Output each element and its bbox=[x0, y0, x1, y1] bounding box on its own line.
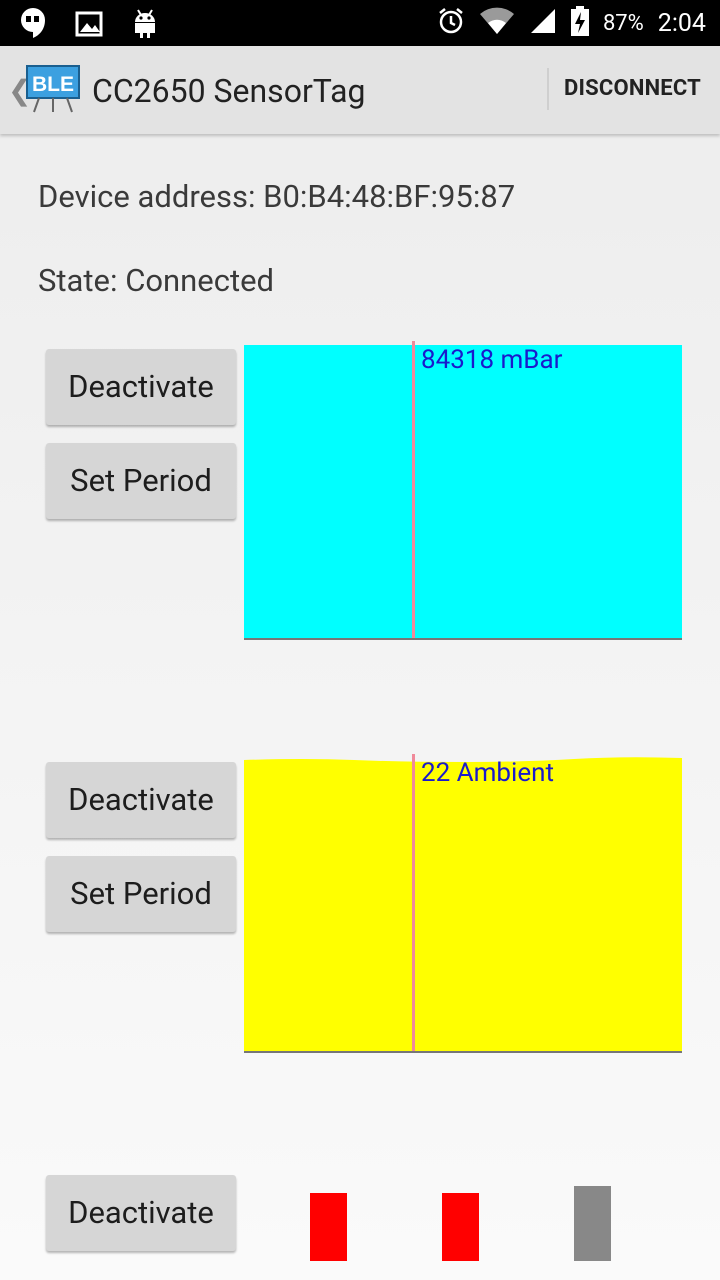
deactivate-button[interactable]: Deactivate bbox=[46, 1175, 236, 1251]
pressure-graph: 84318 mBar bbox=[244, 341, 682, 641]
app-title: CC2650 SensorTag bbox=[92, 72, 366, 110]
battery-percent: 87% bbox=[602, 10, 644, 36]
status-bar: 87% 2:04 bbox=[0, 0, 720, 46]
divider bbox=[547, 68, 549, 110]
image-icon bbox=[74, 6, 104, 44]
android-icon bbox=[130, 6, 160, 44]
graph-baseline bbox=[244, 1051, 682, 1053]
indicator-left bbox=[310, 1193, 347, 1261]
indicator-middle bbox=[442, 1193, 479, 1261]
graph-fill bbox=[244, 757, 682, 1052]
clock: 2:04 bbox=[657, 8, 706, 38]
signal-icon bbox=[529, 7, 557, 39]
disconnect-button[interactable]: DISCONNECT bbox=[564, 76, 701, 101]
graph-fill bbox=[244, 345, 682, 639]
app-logo[interactable]: BLE bbox=[24, 64, 82, 114]
hangouts-icon bbox=[18, 6, 48, 44]
wifi-icon bbox=[479, 7, 515, 39]
ambient-graph: 22 Ambient bbox=[244, 754, 682, 1054]
ambient-value: 22 Ambient bbox=[421, 758, 555, 788]
connection-state: State: Connected bbox=[38, 262, 275, 299]
indicator-right bbox=[574, 1186, 611, 1261]
set-period-button[interactable]: Set Period bbox=[46, 443, 236, 519]
alarm-icon bbox=[437, 7, 465, 39]
deactivate-button[interactable]: Deactivate bbox=[46, 349, 236, 425]
graph-baseline bbox=[244, 638, 682, 640]
device-address: Device address: B0:B4:48:BF:95:87 bbox=[38, 178, 516, 215]
pressure-value: 84318 mBar bbox=[421, 345, 563, 375]
set-period-button[interactable]: Set Period bbox=[46, 856, 236, 932]
graph-cursor bbox=[412, 341, 415, 639]
action-bar: ❮ BLE CC2650 SensorTag DISCONNECT bbox=[0, 46, 720, 134]
battery-charging-icon bbox=[570, 6, 589, 40]
deactivate-button[interactable]: Deactivate bbox=[46, 762, 236, 838]
graph-cursor bbox=[412, 754, 415, 1052]
logo-text: BLE bbox=[32, 73, 74, 96]
